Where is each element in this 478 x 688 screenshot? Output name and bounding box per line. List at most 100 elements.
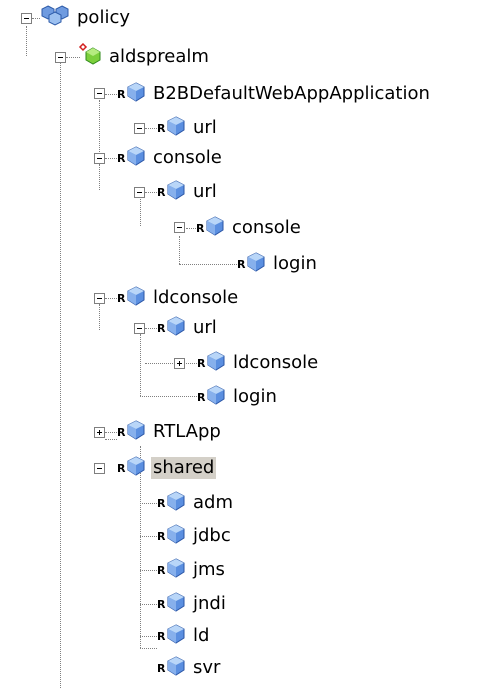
tree-node-label: jms <box>193 559 225 580</box>
collapse-aldsprealm-toggle[interactable] <box>55 52 66 63</box>
collapse-b2b-url-toggle[interactable] <box>134 123 145 134</box>
tree-node-label: RTLApp <box>153 421 221 442</box>
resource-prefix: R <box>117 425 126 439</box>
tree-node-label: policy <box>77 7 130 28</box>
policy-group-icon <box>40 4 70 33</box>
collapse-ldconsole-url-toggle[interactable] <box>134 323 145 334</box>
tree-node-ld[interactable]: R ld <box>157 623 211 648</box>
tree-node-label: ld <box>193 625 210 646</box>
tree-connector <box>140 636 157 637</box>
resource-cube-icon <box>166 315 186 342</box>
tree-connector <box>105 94 117 95</box>
tree-connector <box>105 439 117 440</box>
tree-node-label: console <box>153 147 222 168</box>
resource-cube-icon <box>166 115 186 142</box>
tree-node-label: ldconsole <box>153 287 239 308</box>
tree-node-label: jdbc <box>193 525 231 546</box>
tree-node-console-url-console[interactable]: R console <box>196 215 303 242</box>
resource-cube-icon <box>246 251 266 278</box>
tree-connector <box>140 648 157 649</box>
resource-prefix: R <box>157 496 166 510</box>
tree-node-label: login <box>273 253 317 274</box>
tree-node-jdbc[interactable]: R jdbc <box>157 523 233 550</box>
tree-connector <box>99 100 100 156</box>
tree-node-aldsprealm[interactable]: aldsprealm <box>78 42 211 72</box>
tree-connector <box>105 158 117 159</box>
tree-node-b2b-url[interactable]: R url <box>157 115 219 142</box>
tree-node-ldconsole-login[interactable]: R login <box>197 384 279 409</box>
tree-node-console-login[interactable]: R login <box>237 251 319 278</box>
resource-cube-icon <box>126 455 146 482</box>
collapse-policy-toggle[interactable] <box>21 13 32 24</box>
collapse-b2b-toggle[interactable] <box>94 88 105 99</box>
tree-connector <box>99 164 100 190</box>
resource-prefix: R <box>157 185 166 199</box>
resource-prefix: R <box>117 291 126 305</box>
tree-node-label: ldconsole <box>233 352 319 373</box>
tree-node-label: adm <box>193 492 233 513</box>
realm-icon <box>78 42 102 72</box>
tree-node-svr[interactable]: R svr <box>157 655 222 682</box>
collapse-console-url-console-toggle[interactable] <box>174 222 185 233</box>
tree-node-adm[interactable]: R adm <box>157 490 235 515</box>
expand-rtlapp-toggle[interactable] <box>94 427 105 438</box>
resource-cube-icon <box>126 285 146 312</box>
resource-prefix: R <box>157 321 166 335</box>
tree-connector <box>140 396 197 397</box>
tree-connector <box>145 128 157 129</box>
tree-connector <box>179 264 237 265</box>
resource-cube-icon <box>206 350 226 377</box>
resource-prefix: R <box>117 87 126 101</box>
resource-cube-icon <box>166 655 186 682</box>
tree-connector <box>140 334 141 396</box>
tree-node-label: console <box>232 217 301 238</box>
tree-connector <box>105 432 117 433</box>
tree-connector <box>140 536 157 537</box>
tree-node-label: url <box>193 181 217 202</box>
tree-node-b2b[interactable]: R B2BDefaultWebAppApplication <box>117 81 432 108</box>
tree-connector <box>145 192 157 193</box>
collapse-console-url-toggle[interactable] <box>134 187 145 198</box>
tree-node-label: url <box>193 317 217 338</box>
tree-connector <box>60 62 61 688</box>
tree-connector <box>105 298 117 299</box>
tree-connector <box>32 18 40 19</box>
tree-node-console[interactable]: R console <box>117 145 224 170</box>
resource-prefix: R <box>117 151 126 165</box>
collapse-shared-toggle[interactable] <box>94 463 105 474</box>
tree-node-jndi[interactable]: R jndi <box>157 591 228 618</box>
resource-cube-icon <box>126 419 146 446</box>
tree-node-shared[interactable]: R shared <box>117 455 217 482</box>
tree-node-label: url <box>193 117 217 138</box>
resource-prefix: R <box>157 529 166 543</box>
collapse-console-toggle[interactable] <box>94 153 105 164</box>
tree-connector <box>140 196 141 226</box>
resource-prefix: R <box>117 461 126 475</box>
resource-cube-icon <box>166 591 186 618</box>
tree-connector <box>140 503 157 504</box>
tree-node-label: jndi <box>193 593 226 614</box>
tree-node-ldconsole-url[interactable]: R url <box>157 315 219 342</box>
resource-cube-icon <box>166 523 186 550</box>
resource-cube-icon <box>205 215 225 242</box>
tree-connector <box>140 570 157 571</box>
resource-prefix: R <box>157 597 166 611</box>
tree-node-ldconsole[interactable]: R ldconsole <box>117 285 240 312</box>
tree-node-policy[interactable]: policy <box>40 4 132 33</box>
tree-connector <box>145 328 157 329</box>
resource-prefix: R <box>157 121 166 135</box>
tree-connector <box>145 363 197 364</box>
tree-connector <box>186 228 196 229</box>
tree-node-rtlapp[interactable]: R RTLApp <box>117 419 223 446</box>
resource-prefix: R <box>157 661 166 675</box>
tree-node-jms[interactable]: R jms <box>157 557 227 582</box>
tree-connector <box>140 604 157 605</box>
tree-node-label: B2BDefaultWebAppApplication <box>153 83 430 104</box>
tree-node-console-url[interactable]: R url <box>157 179 219 204</box>
expand-ldconsole-url-ldconsole-toggle[interactable] <box>174 358 185 369</box>
tree-connector <box>26 26 27 56</box>
resource-cube-icon <box>126 81 146 108</box>
tree-connector <box>99 304 100 330</box>
tree-node-ldconsole-url-ldconsole[interactable]: R ldconsole <box>197 350 320 377</box>
collapse-ldconsole-toggle[interactable] <box>94 293 105 304</box>
